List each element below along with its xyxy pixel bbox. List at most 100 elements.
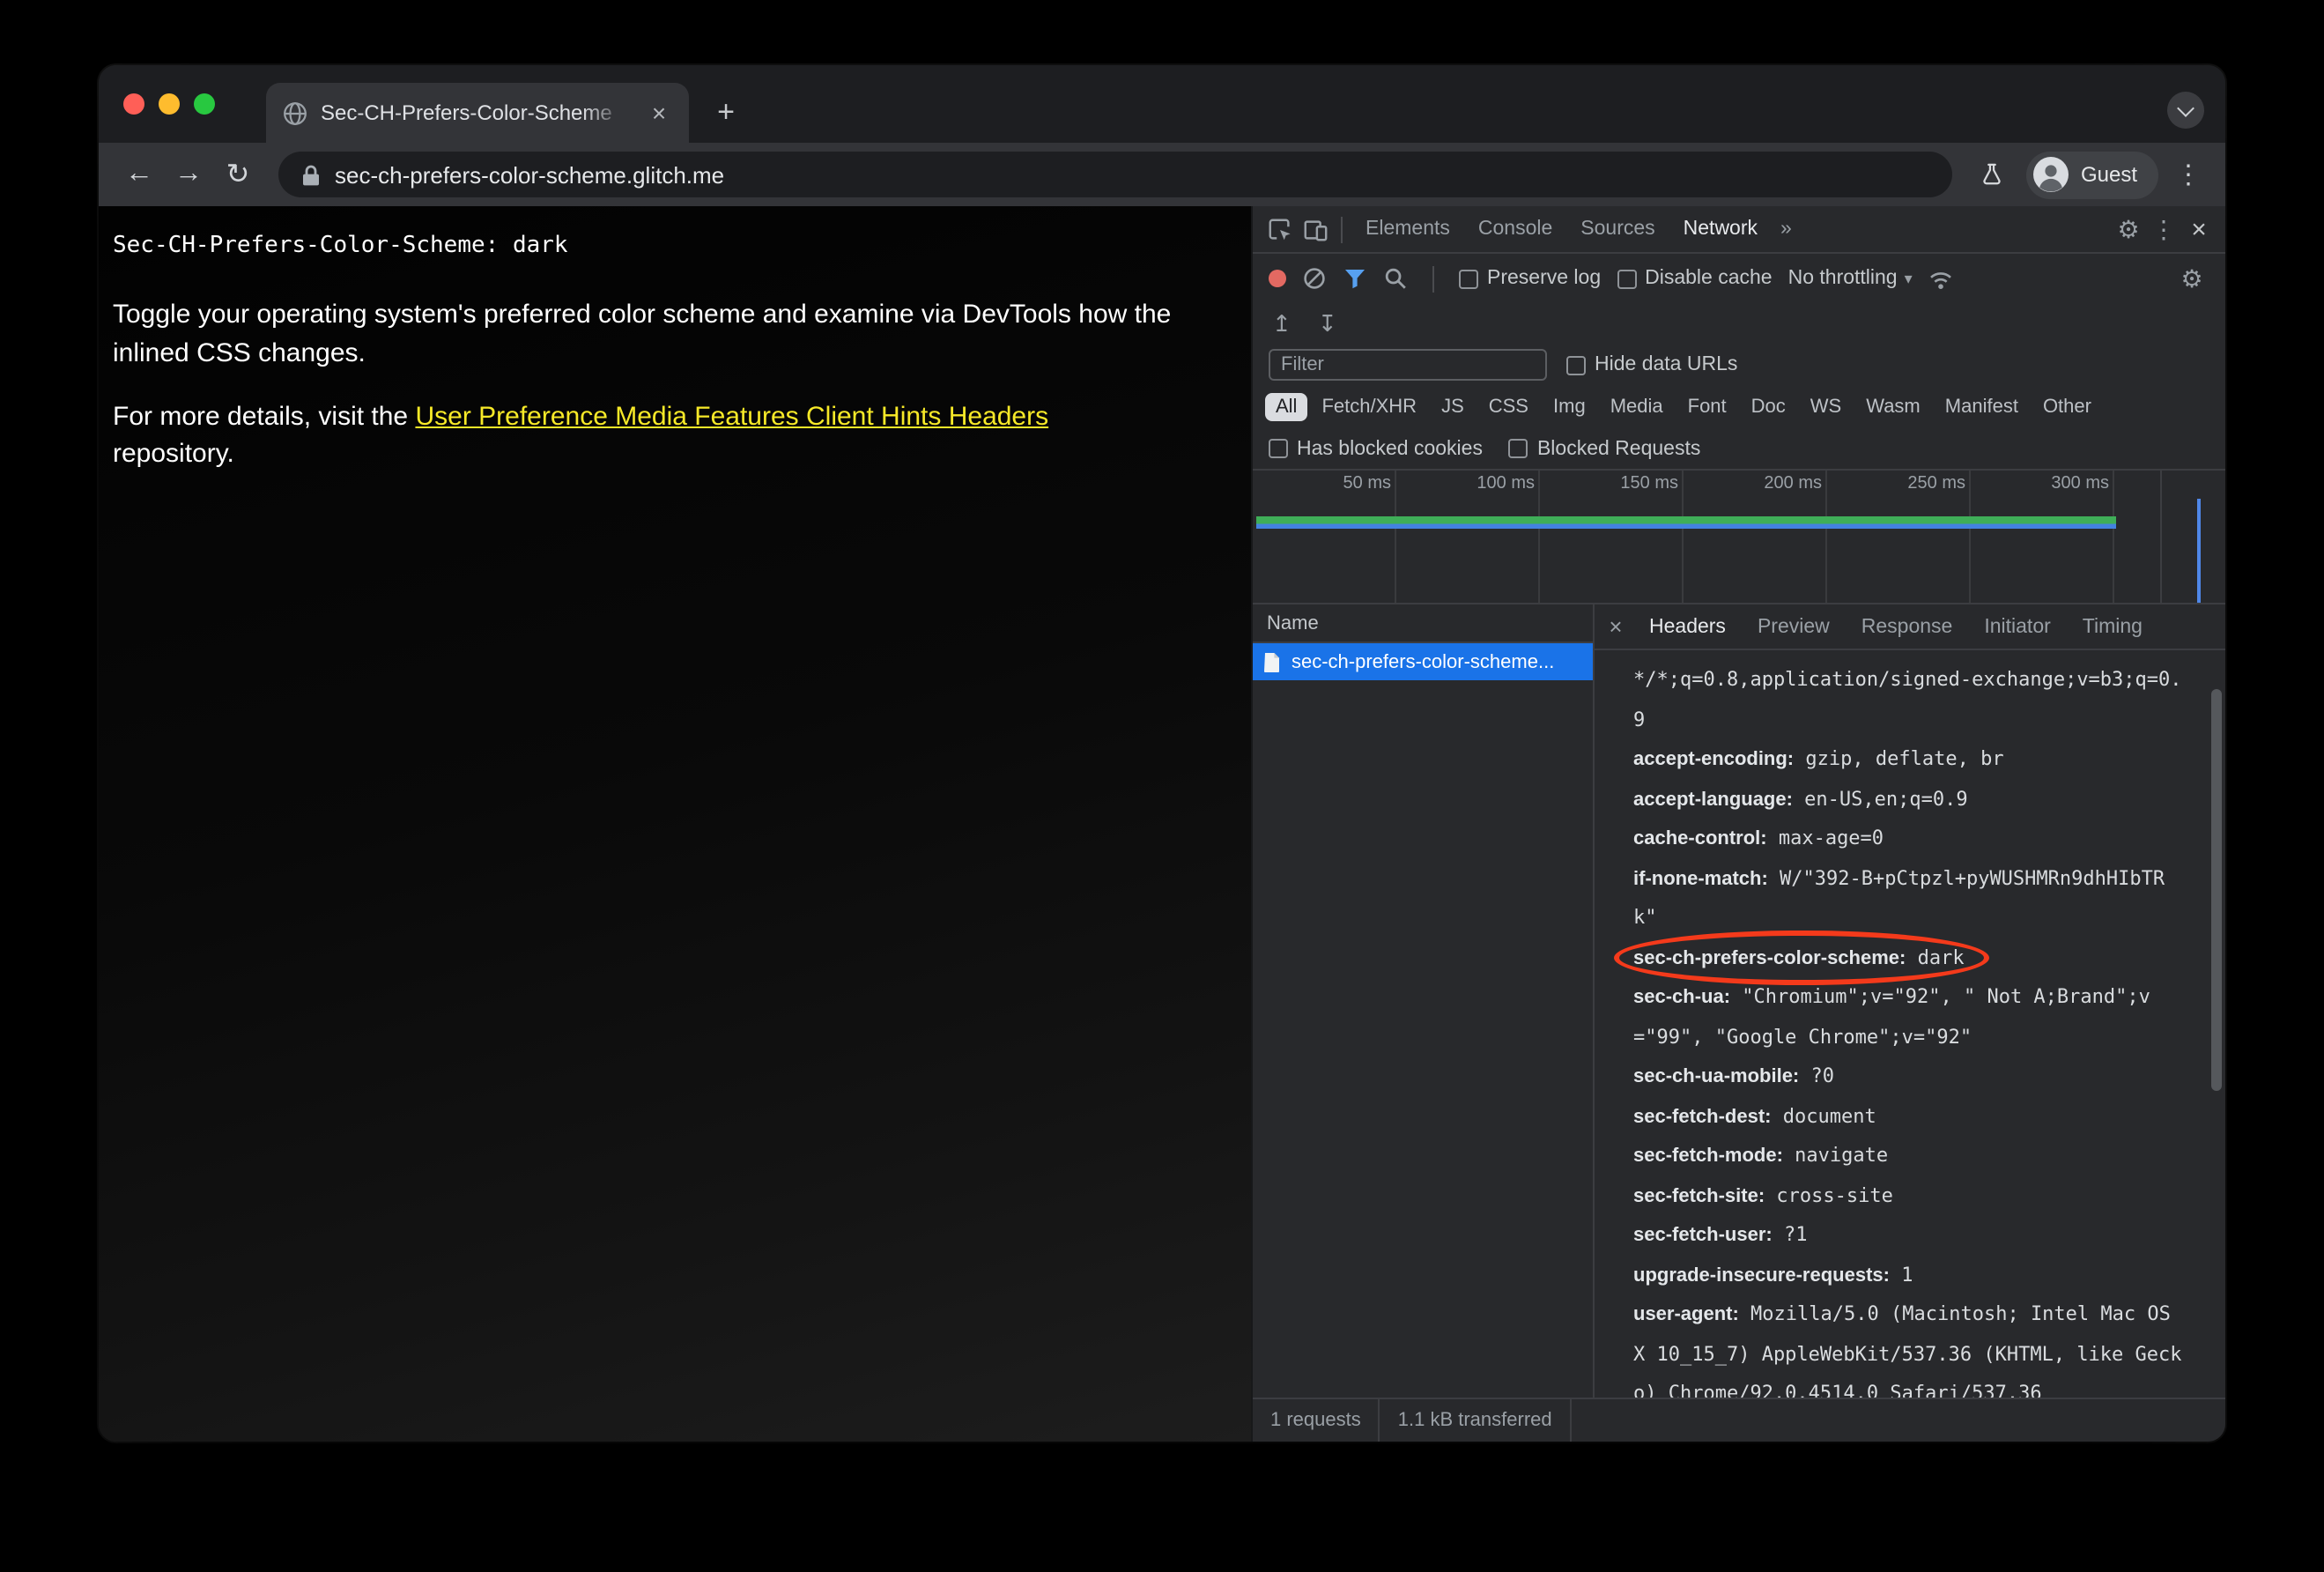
resource-filter-chip[interactable]: CSS [1478, 393, 1539, 421]
header-name: sec-fetch-mode: [1633, 1146, 1783, 1167]
new-tab-button[interactable]: + [703, 90, 749, 136]
header-value: ?1 [1772, 1223, 1808, 1246]
search-icon[interactable] [1383, 266, 1408, 291]
header-line: accept-encoding: gzip, deflate, br [1633, 740, 2201, 780]
close-details-icon[interactable]: × [1598, 613, 1633, 640]
devtools-menu-icon[interactable]: ⋮ [2146, 211, 2181, 247]
devtools-close-icon[interactable]: × [2181, 211, 2217, 247]
header-value: o) Chrome/92.0.4514.0 Safari/537.36 [1633, 1382, 2042, 1398]
resource-filter-chip[interactable]: Doc [1741, 393, 1796, 421]
network-status-bar: 1 requests 1.1 kB transferred [1253, 1398, 2225, 1442]
forward-button[interactable]: → [166, 152, 211, 197]
browser-toolbar: ← → ↻ Guest ⋮ [99, 143, 2225, 206]
throttling-dropdown[interactable]: No throttling ▾ [1788, 268, 1913, 289]
name-column-header[interactable]: Name [1253, 604, 1593, 643]
header-line: accept-language: en-US,en;q=0.9 [1633, 780, 2201, 819]
header-value: "Chromium";v="92", " Not A;Brand";v [1730, 985, 2150, 1008]
checkbox[interactable] [1459, 269, 1478, 288]
page-paragraph-1: Toggle your operating system's preferred… [113, 300, 1172, 368]
network-conditions-icon[interactable] [1928, 267, 1955, 290]
browser-window: Sec-CH-Prefers-Color-Scheme × + ← → ↻ se… [99, 65, 2225, 1442]
request-row[interactable]: sec-ch-prefers-color-scheme... [1253, 643, 1593, 680]
details-tab[interactable]: Initiator [1968, 604, 2066, 649]
header-name: user-agent: [1633, 1304, 1739, 1325]
resource-filter-chip[interactable]: Other [2032, 393, 2102, 421]
profile-button[interactable]: Guest [2025, 151, 2158, 198]
header-value: ?0 [1799, 1064, 1835, 1087]
filter-funnel-icon[interactable] [1343, 266, 1367, 291]
window-close-button[interactable] [123, 93, 144, 115]
header-name: sec-ch-prefers-color-scheme: [1633, 947, 1906, 968]
traffic-lights [99, 65, 240, 143]
header-value: navigate [1782, 1144, 1889, 1167]
checkbox[interactable] [1508, 439, 1528, 458]
devtools-tab-bar: Elements Console Sources Network » ⚙ ⋮ × [1253, 206, 2225, 254]
details-tab[interactable]: Headers [1633, 604, 1742, 649]
disable-cache-checkbox[interactable]: Disable cache [1617, 268, 1773, 289]
header-line: sec-ch-ua: "Chromium";v="92", " Not A;Br… [1633, 978, 2201, 1018]
header-name: if-none-match: [1633, 868, 1768, 889]
tab-close-icon[interactable]: × [645, 100, 673, 125]
lock-icon[interactable] [301, 163, 321, 186]
header-value: W/"392-B+pCtpzl+pyWUSHMRn9dhHIbTR [1767, 866, 2165, 889]
checkbox[interactable] [1269, 439, 1288, 458]
request-name: sec-ch-prefers-color-scheme... [1292, 651, 1555, 672]
browser-tab[interactable]: Sec-CH-Prefers-Color-Scheme × [266, 83, 689, 143]
devtools-panel-tab[interactable]: Elements [1351, 205, 1464, 253]
clear-network-log-icon[interactable] [1302, 266, 1327, 291]
header-name: sec-ch-ua-mobile: [1633, 1066, 1800, 1087]
tab-search-button[interactable] [2167, 92, 2204, 129]
window-minimize-button[interactable] [159, 93, 180, 115]
export-har-icon[interactable]: ↧ [1318, 309, 1337, 337]
resource-filter-chip[interactable]: Wasm [1855, 393, 1931, 421]
reload-button[interactable]: ↻ [215, 152, 261, 197]
dropdown-caret-icon: ▾ [1904, 269, 1913, 286]
resource-filter-chip[interactable]: Media [1600, 393, 1674, 421]
client-hints-repo-link[interactable]: User Preference Media Features Client Hi… [415, 401, 1048, 431]
scrollbar-thumb[interactable] [2211, 689, 2222, 1091]
window-zoom-button[interactable] [194, 93, 215, 115]
devtools-settings-gear-icon[interactable]: ⚙ [2111, 211, 2146, 247]
resource-filter-chip[interactable]: All [1265, 393, 1308, 421]
globe-favicon-icon [282, 100, 308, 126]
resource-filter-chip[interactable]: JS [1431, 393, 1475, 421]
resource-filter-chip[interactable]: WS [1800, 393, 1852, 421]
details-tab[interactable]: Timing [2067, 604, 2158, 649]
checkbox[interactable] [1566, 355, 1586, 374]
resource-filter-chip[interactable]: Font [1677, 393, 1737, 421]
inspect-element-icon[interactable] [1262, 211, 1297, 247]
blocked-filters-row: Has blocked cookies Blocked Requests [1253, 428, 2225, 471]
hide-data-urls-checkbox[interactable]: Hide data URLs [1566, 354, 1737, 375]
more-tabs-icon[interactable]: » [1772, 205, 1801, 253]
devtools-panel-tab[interactable]: Network [1669, 205, 1772, 253]
timeline-label: 200 ms [1764, 474, 1822, 493]
record-network-log-icon[interactable] [1269, 270, 1286, 287]
devtools-panel-tab[interactable]: Console [1464, 205, 1566, 253]
device-toolbar-icon[interactable] [1297, 211, 1332, 247]
browser-menu-icon[interactable]: ⋮ [2169, 159, 2208, 190]
network-overview-timeline[interactable]: 50 ms 100 ms 150 ms 200 ms 250 ms 300 ms [1253, 471, 2225, 604]
network-filter-input[interactable] [1269, 349, 1547, 381]
details-tab[interactable]: Response [1846, 604, 1969, 649]
devtools-panel-tab[interactable]: Sources [1566, 205, 1669, 253]
network-settings-gear-icon[interactable]: ⚙ [2174, 261, 2209, 296]
blocked-filter-checkbox[interactable]: Blocked Requests [1508, 438, 1700, 459]
url-input[interactable] [335, 161, 1929, 188]
details-tab[interactable]: Preview [1742, 604, 1846, 649]
header-name: sec-fetch-dest: [1633, 1106, 1772, 1127]
blocked-filter-checkbox[interactable]: Has blocked cookies [1269, 438, 1483, 459]
back-button[interactable]: ← [116, 152, 162, 197]
timeline-label: 300 ms [2051, 474, 2109, 493]
address-bar[interactable] [278, 152, 1952, 197]
header-name: sec-fetch-user: [1633, 1225, 1773, 1246]
throttling-value: No throttling [1787, 268, 1898, 289]
preserve-log-checkbox[interactable]: Preserve log [1459, 268, 1601, 289]
resource-filter-chip[interactable]: Fetch/XHR [1311, 393, 1427, 421]
details-tab-bar: × Headers Preview Response Initiator Tim… [1595, 604, 2225, 650]
checkbox[interactable] [1617, 269, 1637, 288]
header-line: 9 [1633, 701, 2201, 740]
extension-flask-icon[interactable] [1970, 152, 2016, 197]
resource-filter-chip[interactable]: Img [1543, 393, 1596, 421]
resource-filter-chip[interactable]: Manifest [1935, 393, 2029, 421]
import-har-icon[interactable]: ↥ [1272, 309, 1292, 337]
